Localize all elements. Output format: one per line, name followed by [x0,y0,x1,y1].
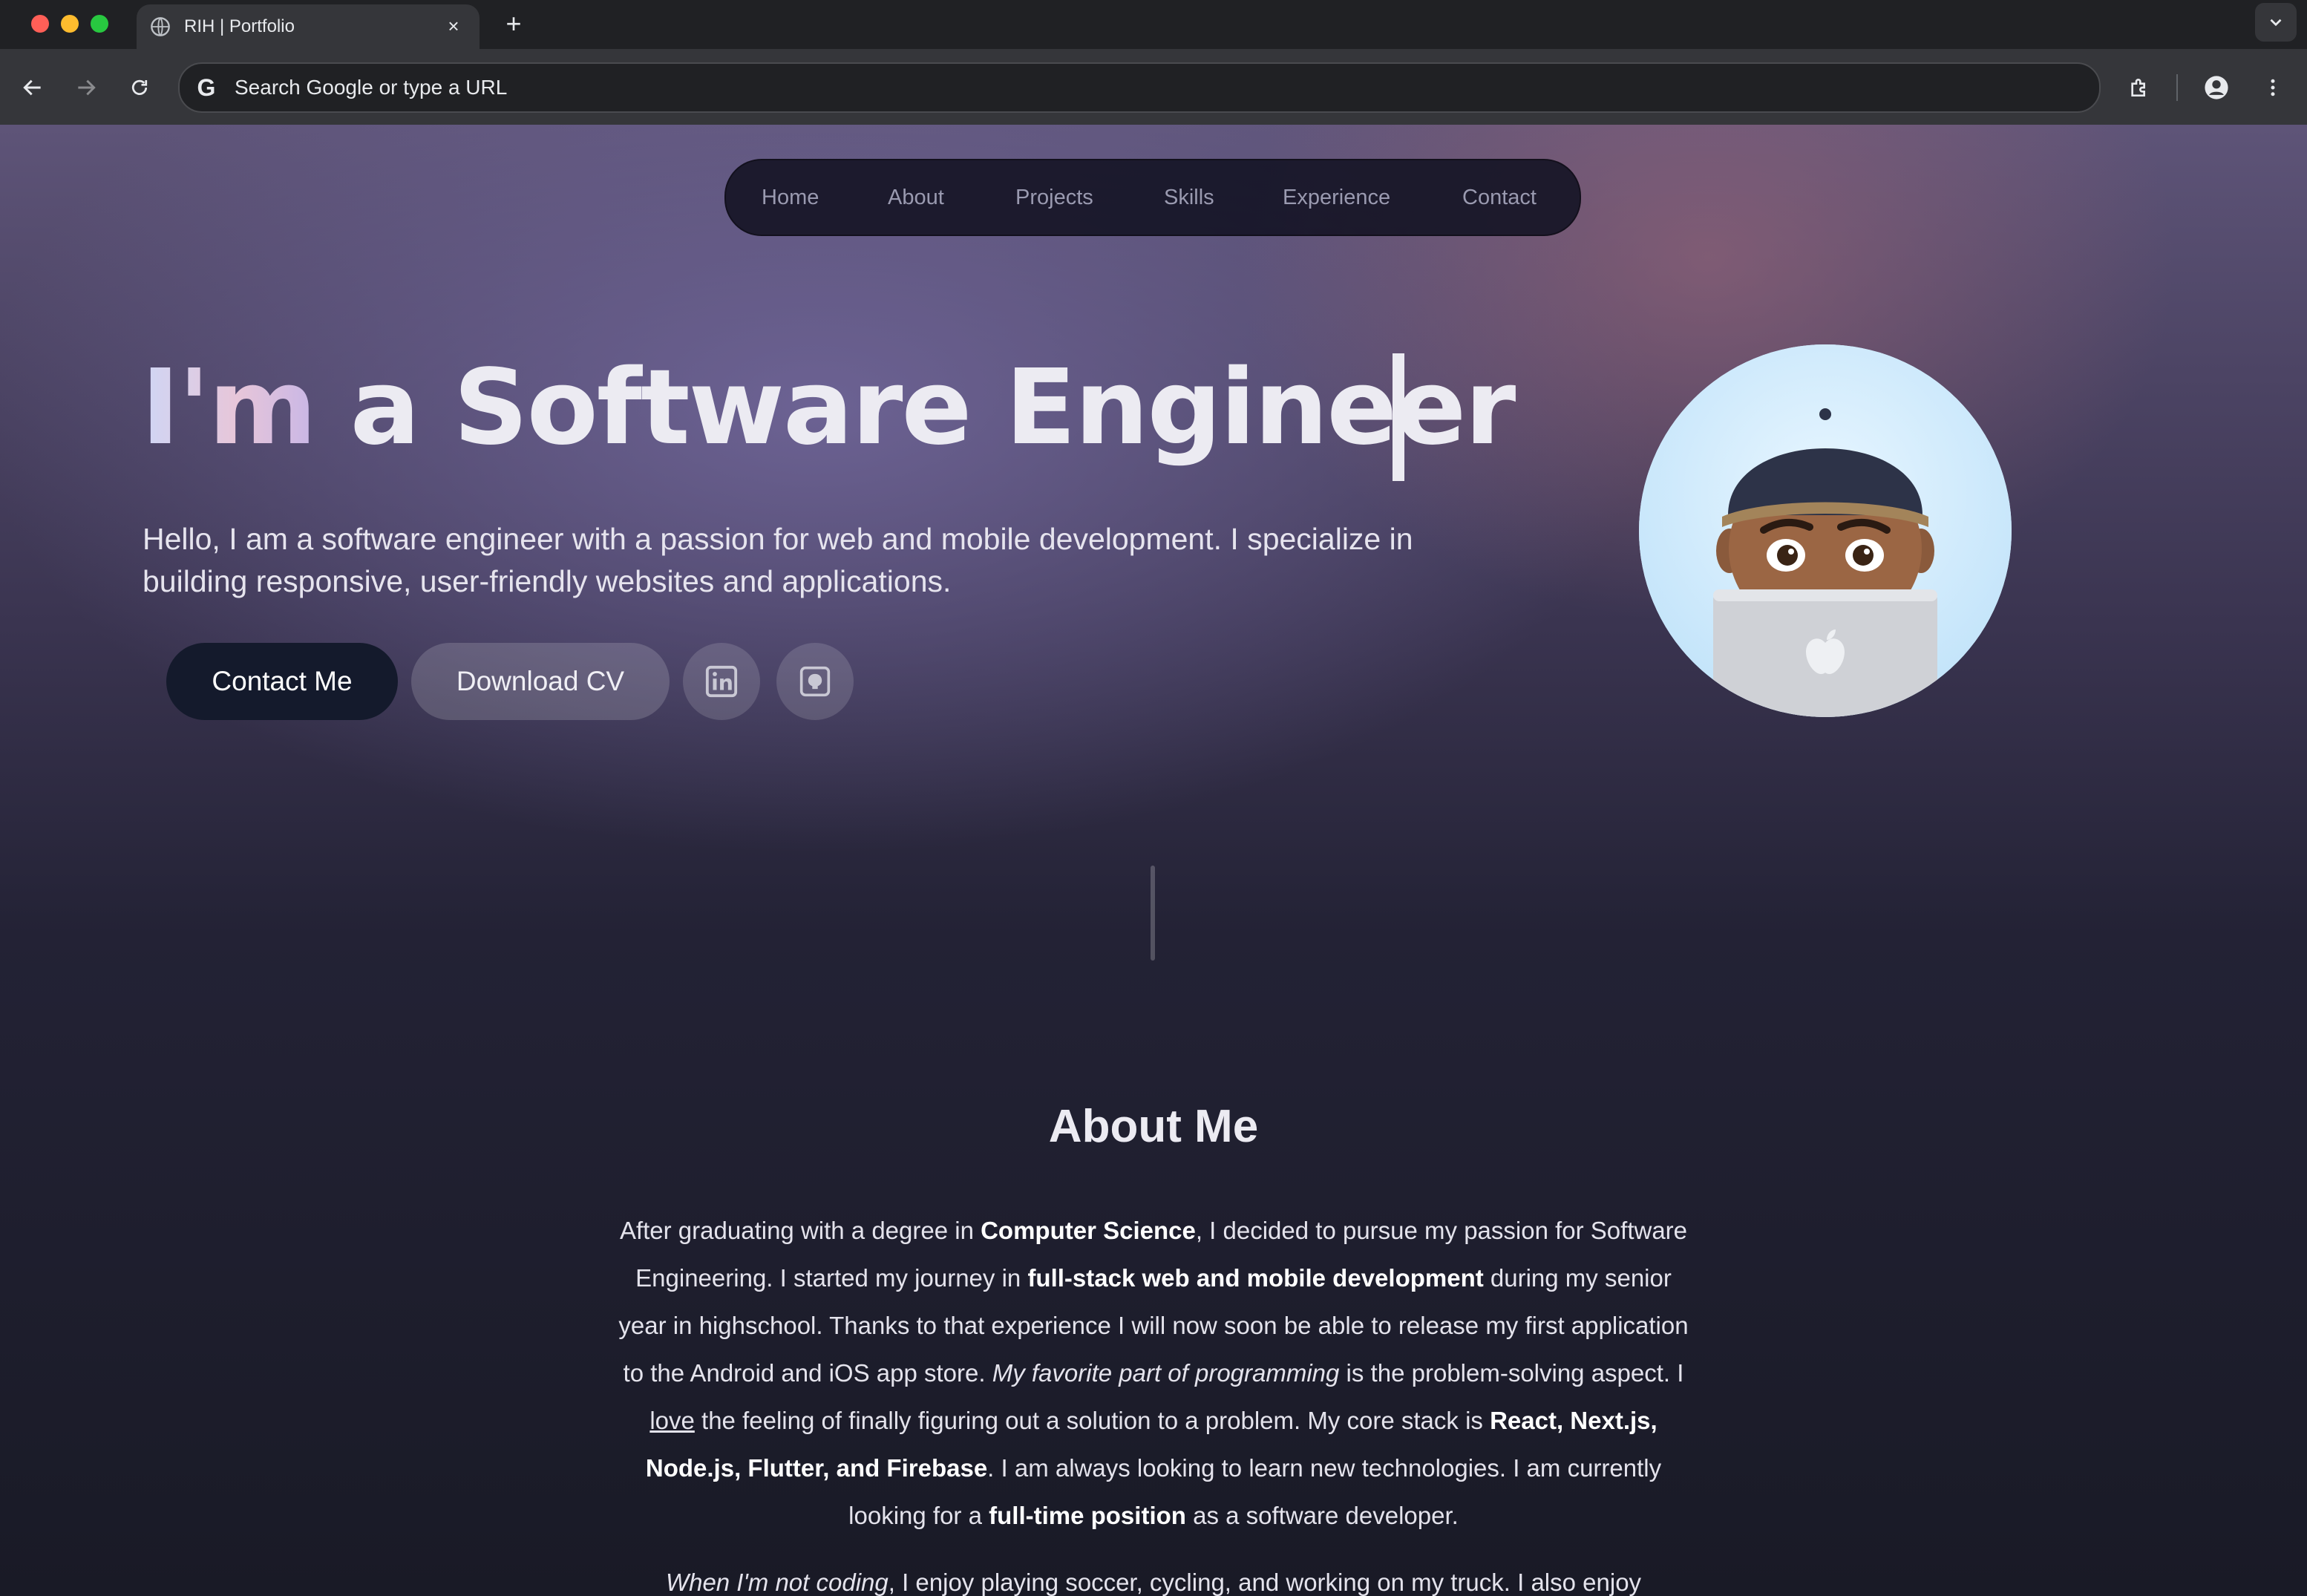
close-window-button[interactable] [31,15,49,33]
about-bold-fulltime: full-time position [989,1502,1186,1529]
minimize-window-button[interactable] [61,15,79,33]
about-title: About Me [1048,1101,1259,1152]
browser-tab-bar: RIH | Portfolio × + [0,0,2307,49]
hero-subtitle: Hello, I am a software engineer with a p… [143,522,1413,598]
nav-about[interactable]: About [888,186,944,210]
about-bold-cs: Computer Science [981,1217,1196,1244]
google-icon: G [197,74,216,101]
about-underline-love: love [649,1407,695,1434]
github-icon [799,666,831,697]
linkedin-icon [705,665,738,698]
about-text-span: is the problem-solving aspect. I [1339,1359,1684,1387]
hero-title: I'm a Software Engineer [141,347,1516,468]
about-text-span: as a software developer. [1185,1502,1459,1529]
contact-me-button[interactable]: Contact Me [166,643,398,720]
about-bold-fullstack: full-stack web and mobile development [1027,1264,1484,1292]
reload-button[interactable] [123,71,156,104]
about-text-span: After graduating with a degree in [619,1217,981,1244]
tab-close-icon[interactable]: × [441,13,466,39]
profile-avatar [1639,344,2012,717]
forward-button[interactable] [70,71,102,104]
more-vert-icon [2271,79,2275,97]
toolbar-divider [2176,74,2178,101]
about-italic-not-coding: When I'm not coding [665,1569,889,1596]
about-paragraph-1: After graduating with a degree in Comput… [613,1207,1694,1540]
memoji-illustration [1639,344,2012,717]
main-nav: Home About Projects Skills Experience Co… [724,159,1581,236]
nav-contact[interactable]: Contact [1462,186,1537,210]
maximize-window-button[interactable] [91,15,108,33]
profile-icon [2205,76,2228,99]
profile-button[interactable] [2200,71,2233,104]
arrow-left-icon [23,79,41,96]
reload-icon [131,79,148,95]
about-text-span: the feeling of finally figuring out a so… [694,1407,1490,1434]
tab-title: RIH | Portfolio [184,16,295,36]
scroll-indicator [1151,866,1155,961]
about-italic-favorite: My favorite part of programming [992,1359,1340,1387]
hero-title-rest: a Software Engineer [350,347,1516,468]
linkedin-button[interactable] [683,643,760,720]
download-cv-button[interactable]: Download CV [411,643,670,720]
globe-icon [151,17,170,36]
github-button[interactable] [776,643,854,720]
nav-projects[interactable]: Projects [1015,186,1093,210]
extensions-button[interactable] [2123,71,2156,104]
tab-search-button[interactable] [2255,3,2297,42]
address-bar[interactable]: G Search Google or type a URL [178,62,2101,113]
browser-tab[interactable]: RIH | Portfolio × [137,4,480,49]
nav-home[interactable]: Home [762,186,819,210]
menu-button[interactable] [2257,71,2289,104]
puzzle-icon [2131,79,2145,97]
typing-caret [1393,353,1404,481]
nav-experience[interactable]: Experience [1283,186,1390,210]
hero-title-gradient: I'm [141,347,317,468]
browser-toolbar: G Search Google or type a URL [0,49,2307,126]
address-input[interactable]: Search Google or type a URL [235,76,507,99]
about-paragraph-2: When I'm not coding, I enjoy playing soc… [613,1559,1694,1596]
chevron-down-icon [2270,19,2282,27]
new-tab-button[interactable]: + [497,7,530,40]
about-text-span: , I enjoy playing soccer, cycling, and w… [888,1569,1642,1596]
arrow-right-icon [78,79,96,96]
nav-skills[interactable]: Skills [1164,186,1214,210]
portfolio-page: Home About Projects Skills Experience Co… [0,125,2307,1596]
back-button[interactable] [16,71,49,104]
